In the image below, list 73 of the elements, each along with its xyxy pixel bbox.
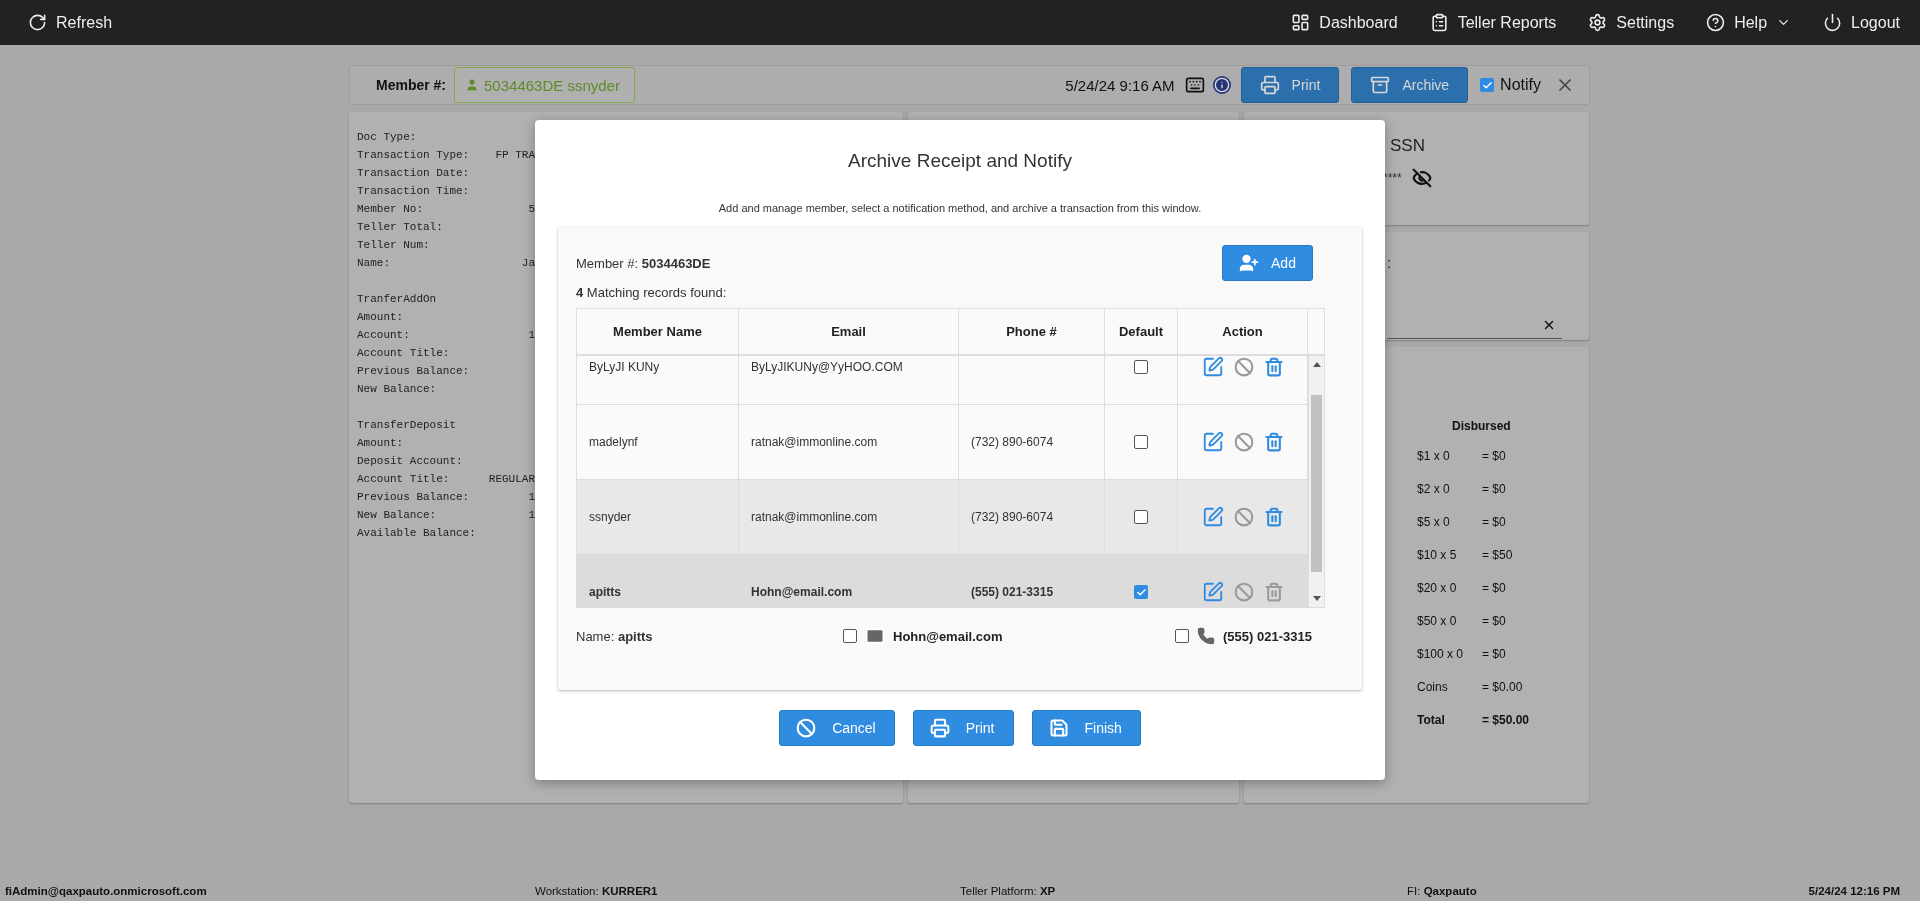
denomination-amount: = $0 — [1482, 449, 1506, 463]
member-phone: (732) 890-6074 — [971, 510, 1054, 524]
receipt-line: New Balance: — [357, 382, 438, 397]
denomination-label: $100 x 0 — [1417, 647, 1464, 661]
status-text: Workstation: KURRER1 — [535, 884, 659, 897]
denomination-label: $1 x 0 — [1417, 449, 1450, 463]
field-label: : — [1387, 254, 1393, 271]
receipt-line: Account: 1 — [357, 328, 535, 343]
member-phone: (732) 890-6074 — [971, 435, 1054, 449]
column-header: Default — [1105, 309, 1178, 354]
denomination-label: Coins — [1417, 680, 1448, 694]
receipt-line: TranferAddOn — [357, 292, 438, 307]
contact-email: Hohn@email.com — [893, 628, 1003, 644]
receipt-line: Transaction Time: — [357, 184, 471, 199]
member-name: ssnyder — [589, 510, 632, 524]
member-label: Member #: — [376, 77, 447, 93]
dialog-title: Archive Receipt and Notify — [848, 150, 1072, 172]
member-name: madelynf — [589, 435, 638, 449]
receipt-line: Member No: 5 — [357, 202, 535, 217]
receipt-line: Amount: — [357, 310, 405, 325]
receipt-line: Teller Num: — [357, 238, 431, 253]
column-header: Phone # — [959, 309, 1105, 354]
date-time: 5/24/24 9:16 AM — [1065, 76, 1175, 94]
denomination-amount: = $0 — [1482, 647, 1506, 661]
contact-name: Name: apitts — [576, 628, 654, 644]
receipt-line: Previous Balance: — [357, 364, 471, 379]
status-text: 5/24/24 12:16 PM — [1808, 884, 1900, 897]
match-count: 4 Matching records found: — [576, 285, 727, 300]
receipt-line: Transaction Type: FP TRA — [357, 148, 535, 163]
contact-phone: (555) 021-3315 — [1223, 628, 1312, 644]
column-header: Action — [1178, 309, 1308, 354]
member-email: Hohn@email.com — [751, 585, 853, 599]
receipt-line: Previous Balance: 1 — [357, 490, 535, 505]
denomination-amount: = $0.00 — [1482, 680, 1523, 694]
column-header: Member Name — [577, 309, 739, 354]
denomination-label: $20 x 0 — [1417, 581, 1457, 595]
denomination-amount: = $0 — [1482, 581, 1506, 595]
status-text: fiAdmin@qaxpauto.onmicrosoft.com — [5, 884, 208, 897]
status-text: Teller Platform: XP — [960, 884, 1057, 897]
column-header: Email — [739, 309, 959, 354]
receipt-line: Transaction Date: — [357, 166, 471, 181]
ssn-label: SSN — [1390, 136, 1426, 156]
denomination-amount: = $0 — [1482, 515, 1506, 529]
receipt-line: Teller Total: — [357, 220, 444, 235]
member-email: ratnak@immonline.com — [751, 435, 878, 449]
denomination-label: $5 x 0 — [1417, 515, 1450, 529]
member-name: apitts — [589, 585, 621, 599]
receipt-line: Account Title: — [357, 346, 451, 361]
disbursed-heading: Disbursed — [1452, 419, 1512, 433]
denomination-amount: = $50.00 — [1482, 713, 1530, 727]
denomination-label: $10 x 5 — [1417, 548, 1457, 562]
receipt-line: New Balance: 1 — [357, 508, 535, 523]
member-email: ByLyJIKUNy@YyHOO.COM — [751, 360, 903, 374]
denomination-label: $2 x 0 — [1417, 482, 1450, 496]
receipt-line: Name: Ja — [357, 256, 535, 271]
receipt-line: Amount: — [357, 436, 405, 451]
member-number: Member #: 5034463DE — [576, 255, 711, 271]
member-phone: (555) 021-3315 — [971, 585, 1054, 599]
member-name: ByLyJI KUNy — [589, 360, 660, 374]
receipt-line: Account Title: REGULAR — [357, 472, 535, 487]
receipt-line: Doc Type: — [357, 130, 418, 145]
denomination-label: Total — [1417, 713, 1445, 727]
receipt-line: TransferDeposit — [357, 418, 458, 433]
receipt-line: Available Balance: — [357, 526, 477, 541]
notify-label: Notify — [1500, 76, 1541, 94]
denomination-amount: = $50 — [1482, 548, 1513, 562]
denomination-amount: = $0 — [1482, 614, 1506, 628]
denomination-amount: = $0 — [1482, 482, 1506, 496]
member-email: ratnak@immonline.com — [751, 510, 878, 524]
receipt-line: Deposit Account: — [357, 454, 464, 469]
denomination-label: $50 x 0 — [1417, 614, 1457, 628]
status-text: FI: Qaxpauto — [1407, 884, 1478, 897]
dialog-subtitle: Add and manage member, select a notification method, and archive a transaction from this window. — [718, 202, 1202, 214]
